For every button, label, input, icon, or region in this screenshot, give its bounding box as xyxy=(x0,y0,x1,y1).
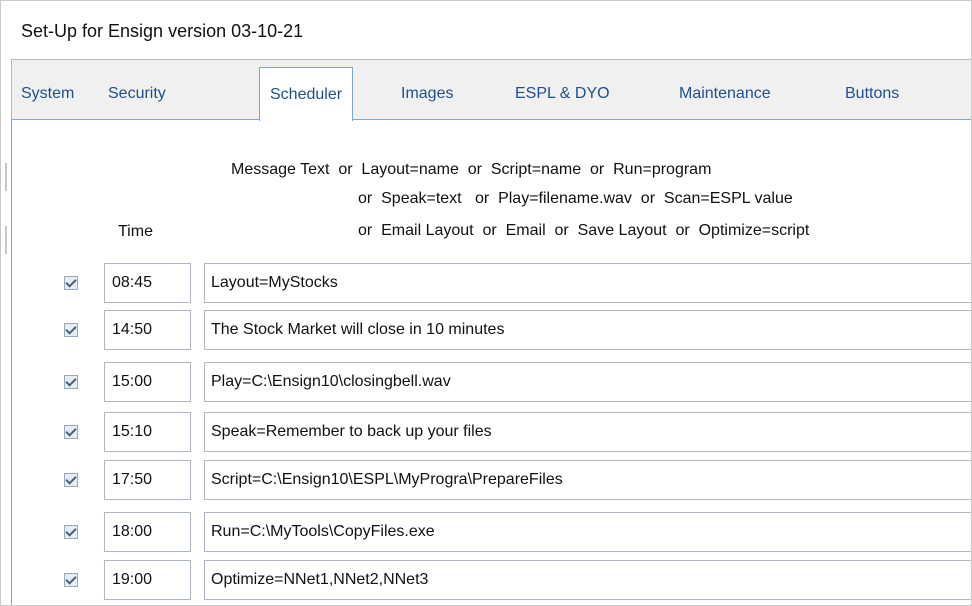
tab-system[interactable]: System xyxy=(21,69,74,119)
enable-checkbox[interactable] xyxy=(64,525,78,539)
time-field[interactable]: 14:50 xyxy=(104,310,191,350)
tab-espl-dyo[interactable]: ESPL & DYO xyxy=(515,69,610,119)
time-column-header: Time xyxy=(118,223,153,240)
time-field[interactable]: 19:00 xyxy=(104,560,191,600)
message-field[interactable]: Script=C:\Ensign10\ESPL\MyProgra\Prepare… xyxy=(204,460,971,500)
message-header-line-2: or Speak=text or Play=filename.wav or Sc… xyxy=(358,190,793,207)
enable-checkbox[interactable] xyxy=(64,573,78,587)
schedule-row: 18:00 Run=C:\MyTools\CopyFiles.exe xyxy=(1,512,971,552)
tab-scheduler[interactable]: Scheduler xyxy=(259,67,354,121)
enable-checkbox[interactable] xyxy=(64,323,78,337)
schedule-row: 15:00 Play=C:\Ensign10\closingbell.wav xyxy=(1,362,971,402)
schedule-row: 17:50 Script=C:\Ensign10\ESPL\MyProgra\P… xyxy=(1,460,971,500)
tab-maintenance[interactable]: Maintenance xyxy=(679,69,771,119)
window-title: Set-Up for Ensign version 03-10-21 xyxy=(21,21,304,41)
time-field[interactable]: 08:45 xyxy=(104,263,191,303)
message-field[interactable]: Speak=Remember to back up your files xyxy=(204,412,971,452)
left-edge-mark xyxy=(5,226,7,254)
time-field[interactable]: 17:50 xyxy=(104,460,191,500)
time-field[interactable]: 18:00 xyxy=(104,512,191,552)
tab-buttons[interactable]: Buttons xyxy=(845,69,899,119)
enable-checkbox[interactable] xyxy=(64,375,78,389)
schedule-row: 14:50 The Stock Market will close in 10 … xyxy=(1,310,971,350)
message-field[interactable]: Play=C:\Ensign10\closingbell.wav xyxy=(204,362,971,402)
time-field[interactable]: 15:00 xyxy=(104,362,191,402)
setup-window: Set-Up for Ensign version 03-10-21 Syste… xyxy=(0,0,972,606)
tab-images[interactable]: Images xyxy=(401,69,453,119)
tab-strip: System Security Scheduler Images ESPL & … xyxy=(11,67,971,121)
message-field[interactable]: Optimize=NNet1,NNet2,NNet3 xyxy=(204,560,971,600)
message-field[interactable]: Layout=MyStocks xyxy=(204,263,971,303)
schedule-row: 15:10 Speak=Remember to back up your fil… xyxy=(1,412,971,452)
schedule-row: 08:45 Layout=MyStocks xyxy=(1,263,971,303)
message-field[interactable]: Run=C:\MyTools\CopyFiles.exe xyxy=(204,512,971,552)
schedule-row: 19:00 Optimize=NNet1,NNet2,NNet3 xyxy=(1,560,971,600)
message-header-line-3: or Email Layout or Email or Save Layout … xyxy=(358,222,810,239)
left-edge-mark xyxy=(5,163,7,191)
enable-checkbox[interactable] xyxy=(64,425,78,439)
message-field[interactable]: The Stock Market will close in 10 minute… xyxy=(204,310,971,350)
message-header-line-1: Message Text or Layout=name or Script=na… xyxy=(231,161,712,178)
enable-checkbox[interactable] xyxy=(64,276,78,290)
tab-security[interactable]: Security xyxy=(108,69,166,119)
enable-checkbox[interactable] xyxy=(64,473,78,487)
time-field[interactable]: 15:10 xyxy=(104,412,191,452)
